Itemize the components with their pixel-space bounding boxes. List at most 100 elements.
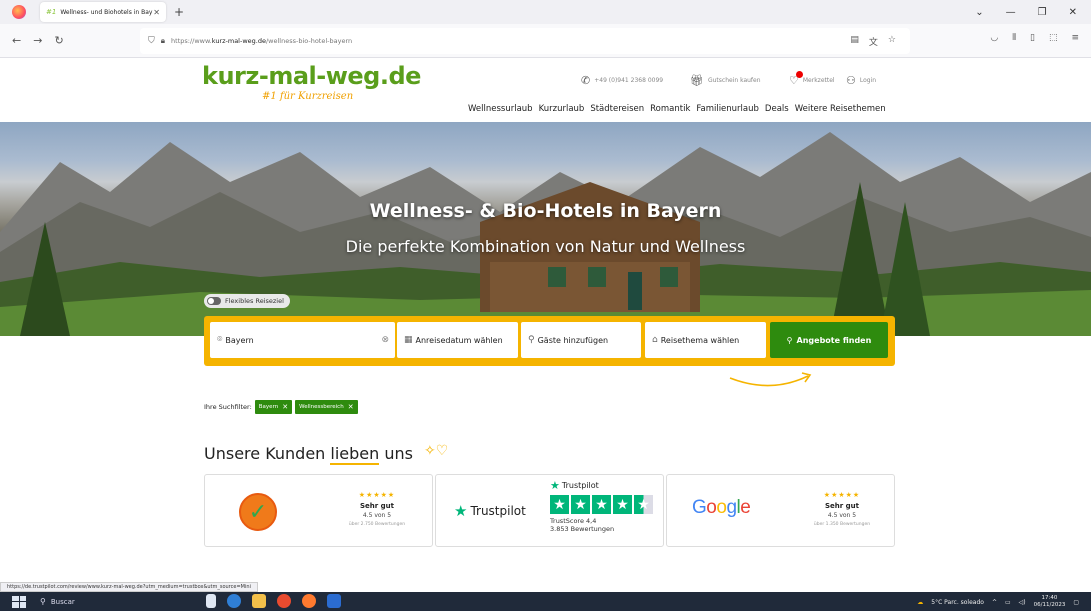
- volume-icon[interactable]: ◁): [1019, 599, 1026, 606]
- filter-chip-wellnessbereich[interactable]: Wellnessbereich ✕: [295, 400, 358, 414]
- menu-icon[interactable]: ≡: [1071, 33, 1079, 43]
- theme-placeholder: Reisethema wählen: [660, 335, 740, 345]
- pocket-icon[interactable]: ◡: [990, 33, 998, 43]
- trustpilot-review-count: 3.853 Bewertungen: [550, 525, 615, 533]
- trustpilot-star-icon: ★: [550, 479, 560, 492]
- notifications-icon[interactable]: ▢: [1073, 599, 1079, 606]
- nav-item-deals[interactable]: Deals: [765, 104, 789, 114]
- remove-filter-icon[interactable]: ✕: [282, 403, 288, 411]
- nav-item-weitere-reisethemen[interactable]: Weitere Reisethemen: [795, 104, 886, 114]
- status-link-preview: https://de.trustpilot.com/review/www.kur…: [0, 582, 258, 592]
- phone-link[interactable]: ✆ +49 (0)941 2368 0099: [581, 74, 663, 87]
- destination-value: Bayern: [225, 335, 254, 345]
- forward-icon[interactable]: →: [33, 34, 42, 47]
- url-host: kurz-mal-weg.de: [211, 37, 266, 45]
- restore-icon[interactable]: ❐: [1038, 7, 1047, 18]
- lock-icon[interactable]: 🔒︎: [161, 36, 165, 46]
- gift-icon: 🎁︎: [690, 74, 704, 87]
- hero-title: Wellness- & Bio-Hotels in Bayern: [369, 200, 722, 222]
- close-window-icon[interactable]: ✕: [1069, 7, 1077, 18]
- sidebar-icon[interactable]: ▯: [1030, 33, 1035, 43]
- search-box: ⌾ Bayern ⊗ ▦ Anreisedatum wählen ⚲ Gäste…: [204, 316, 895, 366]
- login-text: Login: [859, 77, 877, 84]
- url-path: /wellness-bio-hotel-bayern: [265, 37, 353, 45]
- trustpilot-brand-small: Trustpilot: [561, 481, 599, 490]
- clear-destination-icon[interactable]: ⊗: [381, 335, 389, 345]
- reader-view-icon[interactable]: ▤: [850, 35, 859, 48]
- filters-label: Ihre Suchfilter:: [204, 403, 252, 411]
- hero-banner: Wellness- & Bio-Hotels in Bayern Die per…: [0, 122, 1091, 336]
- wishlist-text: Merkzettel: [802, 77, 835, 84]
- review-card-google[interactable]: Google ★★★★★ Sehr gut 4.5 von 5 über 1.3…: [666, 474, 895, 547]
- reviews-heading: Unsere Kunden lieben uns: [204, 444, 413, 465]
- nav-item-romantik[interactable]: Romantik: [650, 104, 690, 114]
- location-pin-icon: ⌾: [217, 335, 223, 345]
- trustpilot-widget: ★ Trustpilot ★ ★ ★ ★ ★ TrustScore 4,4 3.853 B…: [550, 479, 660, 533]
- theme-field[interactable]: ⌂ Reisethema wählen: [645, 322, 766, 358]
- firefox-icon[interactable]: [12, 5, 26, 19]
- url-prefix: https://www.: [171, 37, 212, 45]
- clock-time: 17:40: [1041, 595, 1058, 601]
- review-card-trusted-shops[interactable]: ✓ ★★★★★ Sehr gut 4.5 von 5 über 2.750 Be…: [204, 474, 433, 547]
- remove-filter-icon[interactable]: ✕: [348, 403, 354, 411]
- login-link[interactable]: ⚇ Login: [846, 74, 876, 87]
- new-tab-icon[interactable]: +: [174, 5, 184, 19]
- extensions-icon[interactable]: ⬚: [1049, 33, 1058, 43]
- nav-item-familienurlaub[interactable]: Familienurlaub: [696, 104, 759, 114]
- reload-icon[interactable]: ↻: [54, 34, 63, 47]
- nav-item-kurzurlaub[interactable]: Kurzurlaub: [539, 104, 585, 114]
- clock-date: 06/11/2023: [1033, 602, 1066, 608]
- search-icon: ⚲: [40, 597, 46, 606]
- bookmark-star-icon[interactable]: ☆: [888, 35, 896, 48]
- filter-chip-label: Wellnessbereich: [299, 404, 344, 410]
- minimize-icon[interactable]: —: [1006, 7, 1016, 18]
- taskbar-apps: [206, 594, 341, 608]
- review-verdict: Sehr gut: [824, 502, 859, 510]
- review-card-trustpilot[interactable]: ★ Trustpilot ★ Trustpilot ★ ★ ★ ★ ★ TrustScore…: [435, 474, 664, 547]
- date-placeholder: Anreisedatum wählen: [415, 335, 503, 345]
- taskbar-search[interactable]: ⚲ Buscar: [40, 597, 75, 606]
- destination-field[interactable]: ⌾ Bayern ⊗: [210, 322, 395, 358]
- clock[interactable]: 17:40 06/11/2023: [1034, 595, 1066, 609]
- guests-field[interactable]: ⚲ Gäste hinzufügen: [521, 322, 641, 358]
- chevron-down-icon[interactable]: ⌄: [975, 7, 983, 18]
- wishlist-link[interactable]: ♡ Merkzettel: [789, 71, 835, 87]
- library-icon[interactable]: ⫴: [1012, 33, 1016, 43]
- task-view-icon[interactable]: [206, 594, 216, 608]
- shield-icon[interactable]: ⛉: [148, 36, 155, 46]
- site-logo[interactable]: kurz-mal-weg.de: [202, 62, 421, 90]
- network-icon[interactable]: ▭: [1005, 599, 1011, 606]
- trustscore: TrustScore 4,4: [550, 517, 597, 525]
- nav-item-staedtereisen[interactable]: Städtereisen: [590, 104, 644, 114]
- windows-start-icon[interactable]: [12, 595, 26, 608]
- window-controls: ⌄ — ❐ ✕: [975, 7, 1077, 18]
- filter-chip-bayern[interactable]: Bayern ✕: [254, 400, 293, 414]
- google-logo: Google: [692, 497, 751, 518]
- heart-icon: ♡: [789, 71, 803, 87]
- close-tab-icon[interactable]: ✕: [153, 8, 160, 17]
- flexible-destination-toggle[interactable]: Flexibles Reiseziel: [204, 294, 290, 308]
- firefox-taskbar-icon[interactable]: [302, 594, 316, 608]
- outlook-icon[interactable]: [327, 594, 341, 608]
- edge-icon[interactable]: [227, 594, 241, 608]
- person-icon: ⚲: [528, 335, 535, 345]
- nav-item-wellnessurlaub[interactable]: Wellnessurlaub: [468, 104, 533, 114]
- toggle-switch-icon[interactable]: [207, 297, 221, 305]
- calendar-icon: ▦: [404, 335, 413, 345]
- file-explorer-icon[interactable]: [252, 594, 266, 608]
- back-icon[interactable]: ←: [12, 34, 21, 47]
- review-info: ★★★★★ Sehr gut 4.5 von 5 über 1.350 Bewe…: [807, 491, 877, 527]
- find-offers-button[interactable]: ⚲ Angebote finden: [770, 322, 888, 358]
- date-field[interactable]: ▦ Anreisedatum wählen: [397, 322, 518, 358]
- browser-tab[interactable]: #1 Wellness- und Biohotels in Bay ✕: [40, 2, 166, 22]
- review-verdict: Sehr gut: [359, 502, 394, 510]
- screen: #1 Wellness- und Biohotels in Bay ✕ + ⌄ …: [0, 0, 1091, 611]
- tray-chevron-icon[interactable]: ^: [992, 599, 997, 606]
- translate-icon[interactable]: 文: [869, 35, 878, 48]
- voucher-link[interactable]: 🎁︎ Gutschein kaufen: [690, 74, 761, 87]
- reviews-heading-highlight: lieben: [330, 444, 380, 465]
- weather-text[interactable]: 5°C Parc. soleado: [931, 599, 984, 606]
- trustpilot-star-icon: ★: [454, 502, 468, 520]
- chrome-icon[interactable]: [277, 594, 291, 608]
- url-bar[interactable]: ⛉ 🔒︎ https://www. kurz-mal-weg.de/wellnes…: [140, 28, 910, 54]
